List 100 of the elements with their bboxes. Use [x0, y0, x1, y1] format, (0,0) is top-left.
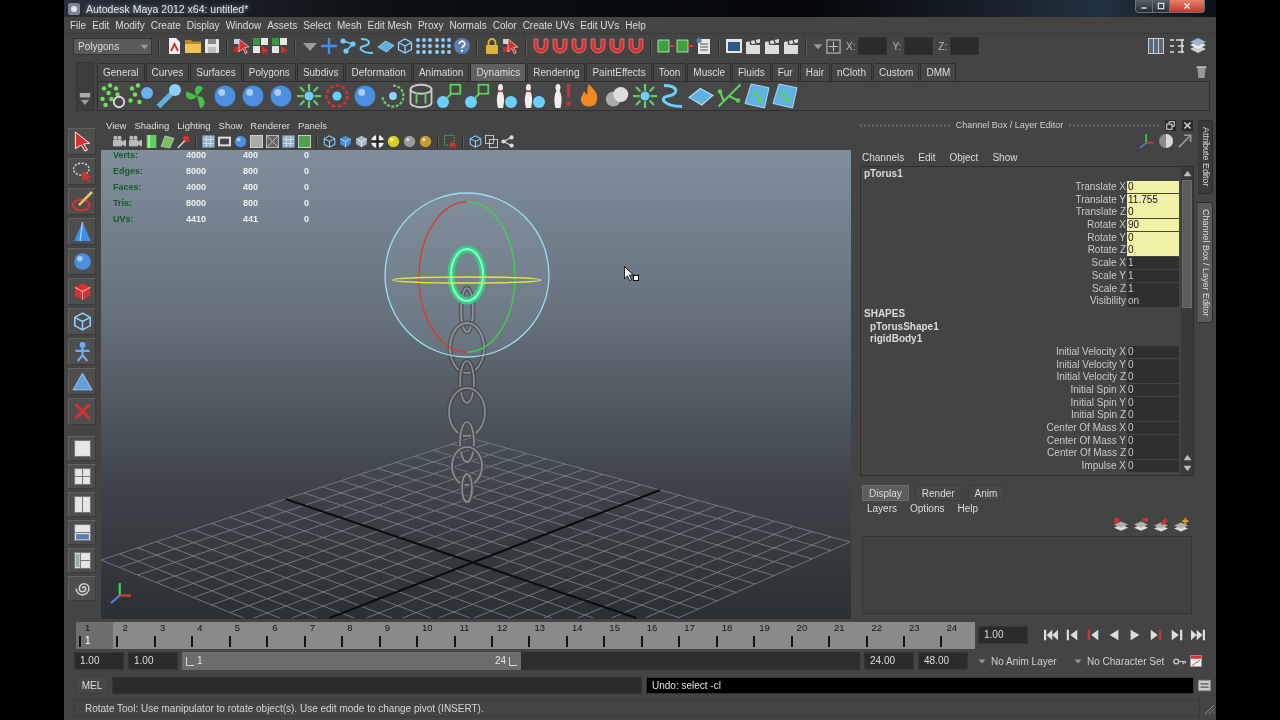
step-forward-icon[interactable]: [1170, 628, 1184, 642]
sheet-icon[interactable]: [745, 84, 769, 108]
tool-button[interactable]: [68, 308, 96, 335]
menu-item[interactable]: Edit Mesh: [367, 19, 412, 31]
attribute-value[interactable]: 1: [1127, 282, 1179, 295]
sheet-icon[interactable]: [773, 84, 797, 108]
menu-item[interactable]: Assets: [267, 19, 298, 31]
sphere-icon[interactable]: [234, 135, 247, 148]
tiles-icon[interactable]: [272, 38, 288, 54]
magnet-icon[interactable]: [571, 38, 587, 54]
menu-item[interactable]: Modify: [115, 19, 145, 31]
clapper-icon[interactable]: [745, 38, 761, 54]
tool-button[interactable]: [68, 128, 96, 155]
magnet-icon[interactable]: [590, 38, 606, 54]
linked-shapes-icon[interactable]: [465, 84, 489, 108]
burst-icon[interactable]: [633, 84, 657, 108]
window-icon[interactable]: [1198, 678, 1211, 692]
dots-icon[interactable]: [416, 38, 432, 54]
node-name[interactable]: pTorus1: [864, 168, 903, 181]
pin-icon[interactable]: [177, 135, 190, 148]
shelf-tab[interactable]: Fluids: [732, 63, 771, 81]
curve-icon[interactable]: [661, 84, 685, 108]
menu-item[interactable]: Proxy: [417, 19, 444, 31]
layout-button[interactable]: [68, 576, 96, 601]
half-circle-icon[interactable]: [1159, 133, 1173, 148]
current-time-field[interactable]: 1.00: [978, 626, 1028, 644]
windows-icon[interactable]: [1165, 119, 1176, 131]
scroll-up-icon[interactable]: [1182, 453, 1192, 462]
menu-item[interactable]: Show: [218, 120, 243, 131]
sphere-icon[interactable]: [353, 84, 377, 108]
shelf-tab[interactable]: Toon: [652, 63, 687, 81]
layout-button[interactable]: [68, 548, 96, 573]
range-handle[interactable]: [186, 656, 194, 666]
menu-item[interactable]: Create UVs: [522, 19, 575, 31]
sphere-icon[interactable]: [387, 135, 400, 148]
tool-button[interactable]: [68, 338, 96, 365]
tab[interactable]: Display: [862, 485, 909, 501]
shelf-tab[interactable]: Custom: [872, 63, 920, 81]
tiles-icon[interactable]: [253, 38, 269, 54]
shelf-tab[interactable]: General: [97, 63, 145, 81]
menu-item[interactable]: Create: [150, 19, 181, 31]
shelf-tab[interactable]: Curves: [145, 63, 190, 81]
box-arrow-icon[interactable]: [658, 38, 674, 54]
burst-icon[interactable]: [297, 84, 321, 108]
attribute-value[interactable]: 0: [1127, 244, 1179, 257]
layers-icon[interactable]: [1134, 517, 1148, 532]
node-name[interactable]: pTorusShape1: [870, 320, 939, 333]
start-time-field[interactable]: 1.00: [74, 652, 124, 670]
menu-item[interactable]: View: [106, 120, 127, 131]
dots-icon[interactable]: [101, 84, 125, 108]
layout-button[interactable]: [68, 520, 96, 545]
arrow-icon[interactable]: [1178, 133, 1192, 148]
menu-item[interactable]: Display: [186, 19, 220, 31]
key-forward-icon[interactable]: [1149, 628, 1163, 642]
book-icon[interactable]: [145, 135, 158, 148]
cube-icon[interactable]: [355, 135, 368, 148]
dashed-ring-icon[interactable]: [381, 84, 405, 108]
tool-button[interactable]: [68, 368, 96, 395]
menu-item[interactable]: Lighting: [177, 120, 211, 131]
target-icon[interactable]: [826, 38, 841, 54]
attribute-value[interactable]: 0: [1127, 409, 1179, 422]
tile-icon[interactable]: [298, 135, 311, 148]
menu-item[interactable]: Layers: [867, 502, 897, 514]
shelf-tab[interactable]: nCloth: [831, 63, 872, 81]
layers-icon[interactable]: [1174, 517, 1188, 532]
menu-item[interactable]: Options: [910, 502, 945, 514]
attribute-value[interactable]: 1: [1127, 269, 1179, 282]
sphere-icon[interactable]: [419, 135, 432, 148]
shelf-tab[interactable]: Polygons: [242, 63, 296, 81]
playback-end-field[interactable]: 24.00: [864, 652, 914, 670]
axes-icon[interactable]: [1140, 133, 1154, 148]
tool-button[interactable]: [68, 248, 96, 275]
menu-item[interactable]: Select: [303, 19, 331, 31]
attribute-value[interactable]: 0: [1127, 231, 1179, 244]
layers-icon[interactable]: [1154, 517, 1168, 532]
attribute-value[interactable]: 0: [1127, 345, 1179, 358]
help-icon[interactable]: [454, 38, 470, 54]
menu-item[interactable]: Help: [957, 502, 979, 514]
close-icon[interactable]: [1182, 119, 1193, 131]
image-icon[interactable]: [726, 38, 742, 54]
squares-icon[interactable]: [485, 135, 498, 148]
playback-start-field[interactable]: 1.00: [128, 652, 178, 670]
time-slider[interactable]: 1 1 2 3 4 5 6 7 8 9 10 11 12 13 14 15 16 17 18 19 20 21 22 23 24: [76, 621, 975, 649]
menu-item[interactable]: Show: [992, 152, 1018, 163]
anim-layer-dropdown[interactable]: No Anim Layer: [972, 655, 1064, 667]
clapper-icon[interactable]: [783, 38, 799, 54]
menu-item[interactable]: Help: [625, 19, 646, 31]
camera-icon[interactable]: [129, 135, 142, 148]
cube-icon[interactable]: [323, 135, 336, 148]
shelf-tab[interactable]: Dynamics: [470, 63, 527, 81]
menu-set-dropdown[interactable]: Polygons: [73, 37, 152, 55]
shelf-tab[interactable]: Animation: [412, 63, 470, 81]
menu-item[interactable]: Color: [492, 19, 517, 31]
linked-shapes-icon[interactable]: [437, 84, 461, 108]
menu-item[interactable]: Normals: [449, 19, 487, 31]
end-time-field[interactable]: 48.00: [918, 652, 968, 670]
clapper-icon[interactable]: [764, 38, 780, 54]
box-arrow-icon[interactable]: [677, 38, 693, 54]
stack-icon[interactable]: [1190, 38, 1206, 54]
frame-icon[interactable]: [218, 135, 231, 148]
